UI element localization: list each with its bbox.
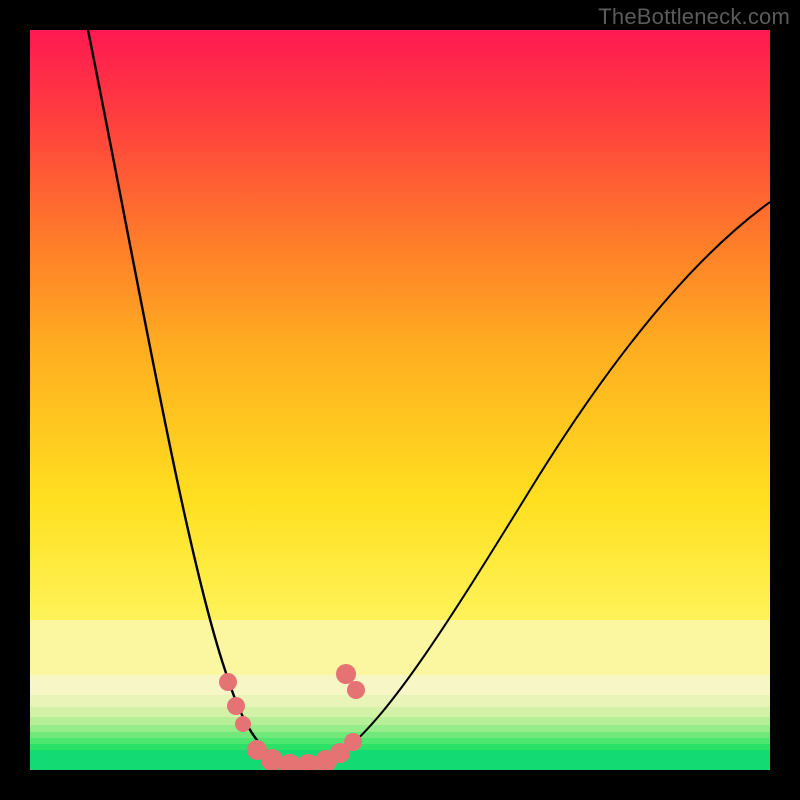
marker bbox=[347, 681, 365, 699]
marker bbox=[336, 664, 356, 684]
marker bbox=[219, 673, 237, 691]
chart-frame: TheBottleneck.com bbox=[0, 0, 800, 800]
right-curve bbox=[302, 202, 770, 766]
markers-group bbox=[219, 664, 365, 770]
marker bbox=[227, 697, 245, 715]
marker bbox=[235, 716, 251, 732]
plot-area bbox=[30, 30, 770, 770]
curve-layer bbox=[30, 30, 770, 770]
watermark-text: TheBottleneck.com bbox=[598, 4, 790, 30]
marker bbox=[344, 733, 362, 751]
left-curve bbox=[88, 30, 302, 766]
